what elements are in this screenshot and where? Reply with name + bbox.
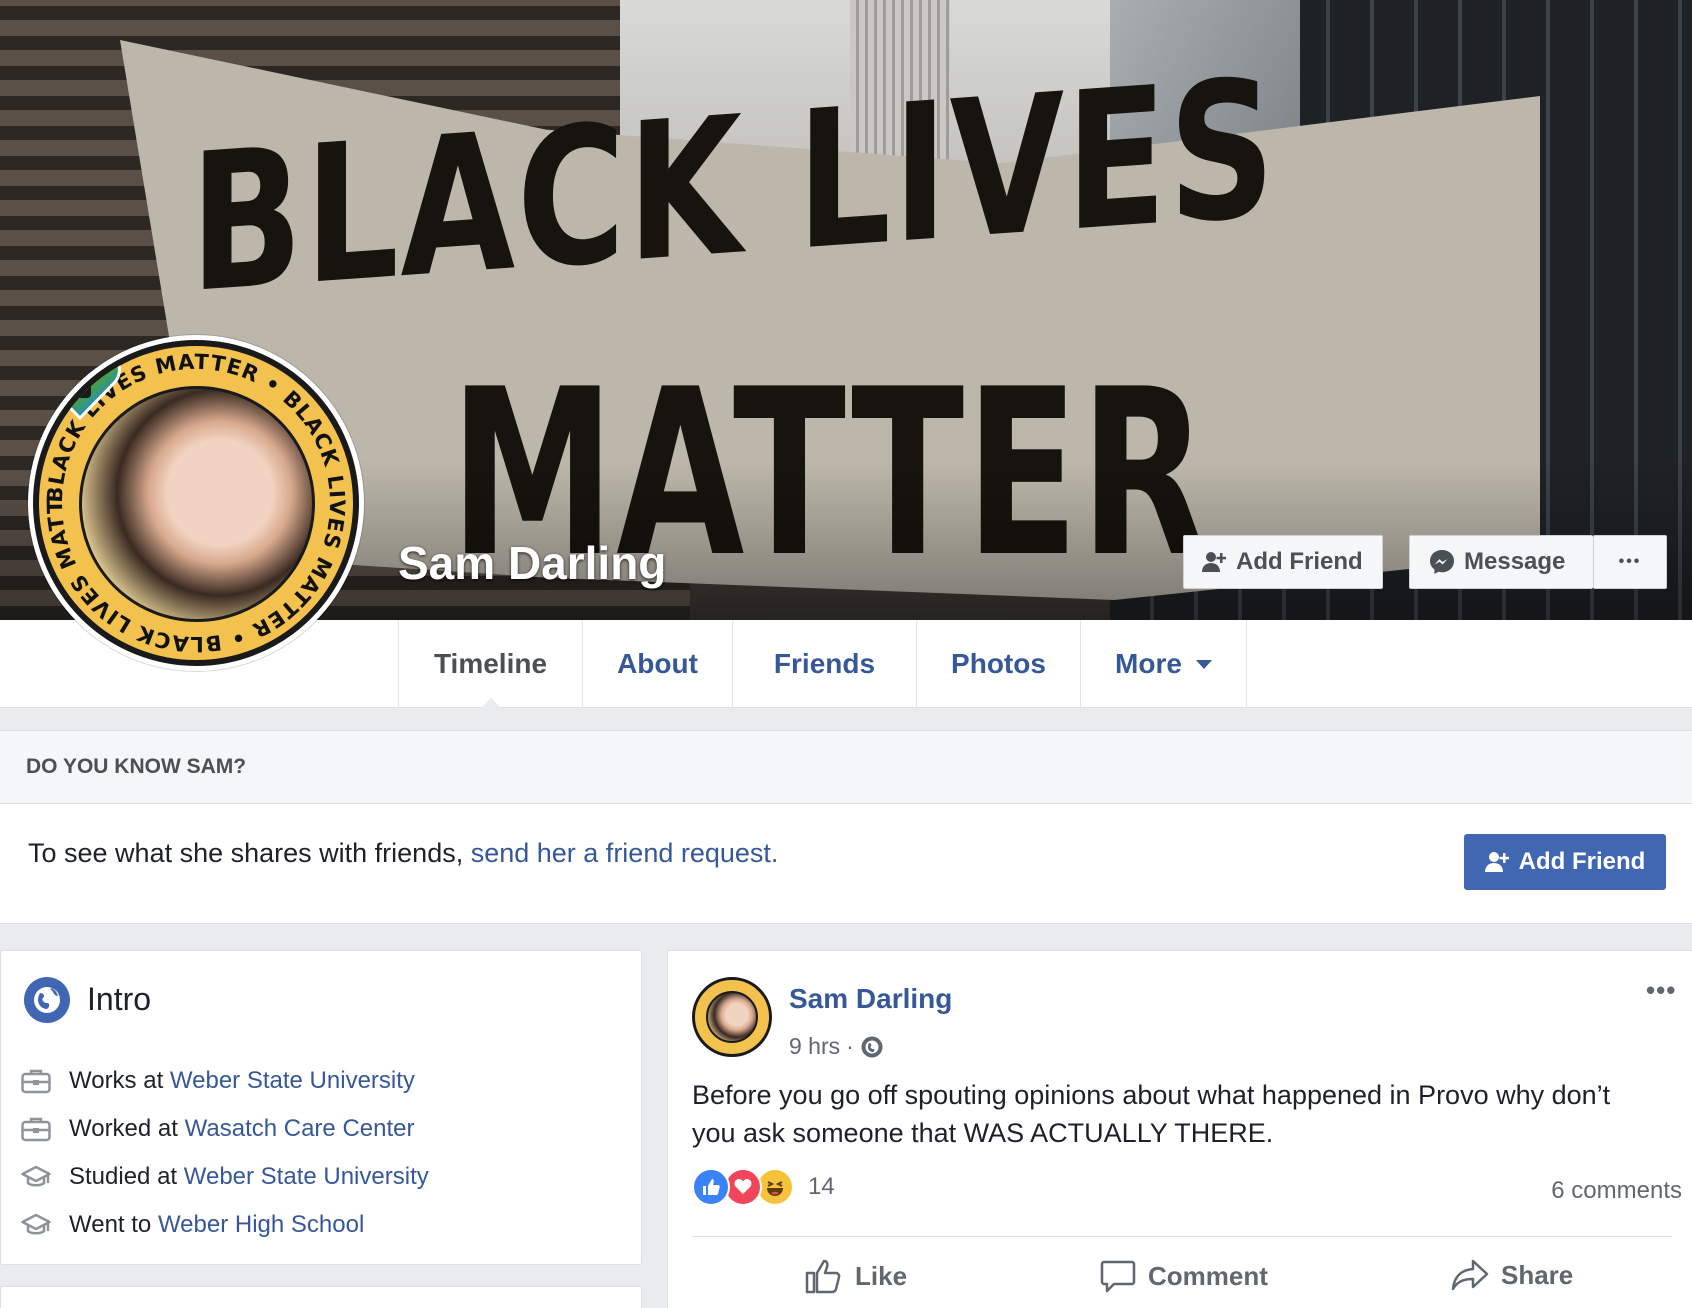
avatar-frame: BLACK LIVES MATTER • BLACK LIVES MATTER …	[33, 340, 359, 666]
intro-card: Intro Works at Weber State University Wo…	[0, 950, 642, 1265]
post-author-name[interactable]: Sam Darling	[789, 983, 952, 1015]
profile-avatar[interactable]: BLACK LIVES MATTER • BLACK LIVES MATTER …	[28, 335, 364, 671]
add-friend-primary-button[interactable]: Add Friend	[1464, 834, 1666, 890]
like-reaction-icon	[692, 1168, 730, 1206]
send-friend-request-link[interactable]: send her a friend request.	[471, 838, 779, 868]
message-button[interactable]: Message	[1409, 535, 1593, 589]
rainbow-heart-fist-icon	[39, 348, 121, 420]
graduation-cap-icon	[21, 1165, 51, 1187]
post-timestamp[interactable]: 9 hrs	[789, 1033, 840, 1060]
messenger-icon	[1430, 550, 1454, 574]
add-friend-button[interactable]: Add Friend	[1183, 535, 1383, 589]
share-icon	[1451, 1259, 1489, 1291]
profile-name[interactable]: Sam Darling	[398, 536, 666, 590]
add-friend-icon	[1202, 552, 1226, 572]
do-you-know-panel: To see what she shares with friends, sen…	[0, 804, 1692, 924]
tab-timeline-label: Timeline	[433, 648, 548, 679]
reactions-summary[interactable]: 14	[692, 1168, 835, 1206]
share-label: Share	[1501, 1259, 1574, 1290]
more-dots-icon: •••	[1618, 553, 1642, 570]
intro-item-prefix: Works at	[69, 1067, 170, 1094]
add-friend-primary-label: Add Friend	[1518, 848, 1646, 875]
like-label: Like	[855, 1260, 908, 1291]
profile-tabs: Timeline About Friends Photos More	[398, 620, 1247, 709]
intro-item-text: Works at Weber State University	[69, 1067, 415, 1095]
comment-count-link[interactable]: 6 comments	[1551, 1177, 1682, 1205]
reaction-count: 14	[808, 1173, 835, 1200]
intro-item-work: Works at Weber State University	[21, 1067, 415, 1095]
tab-friends-label: Friends	[773, 648, 876, 679]
post-divider	[692, 1236, 1672, 1237]
public-globe-icon[interactable]	[860, 1035, 884, 1059]
tab-more[interactable]: More	[1081, 620, 1247, 708]
share-button[interactable]: Share	[1451, 1258, 1573, 1292]
tab-about-label: About	[617, 648, 698, 679]
intro-item-prefix: Worked at	[69, 1115, 185, 1142]
intro-item-prefix: Went to	[69, 1211, 158, 1238]
post-text: Before you go off spouting opinions abou…	[692, 1080, 1611, 1148]
do-you-know-header: DO YOU KNOW SAM?	[0, 730, 1692, 804]
briefcase-icon	[21, 1069, 51, 1094]
thumbs-up-icon	[805, 1259, 841, 1294]
tab-more-label: More	[1115, 648, 1182, 679]
tab-photos[interactable]: Photos	[917, 620, 1081, 708]
tab-photos-label: Photos	[951, 648, 1046, 679]
globe-icon	[24, 977, 70, 1023]
intro-item-link[interactable]: Weber High School	[158, 1211, 364, 1238]
intro-item-prefix: Studied at	[69, 1163, 184, 1190]
intro-item-studied: Studied at Weber State University	[21, 1163, 429, 1191]
like-button[interactable]: Like	[805, 1258, 907, 1294]
intro-item-went-to: Went to Weber High School	[21, 1211, 364, 1239]
add-friend-icon	[1484, 852, 1509, 872]
next-sidebar-card	[0, 1286, 642, 1308]
comment-icon	[1100, 1260, 1136, 1293]
post-meta: 9 hrs ·	[789, 1033, 884, 1060]
post-card: Sam Darling 9 hrs · ••• Before you go of…	[667, 950, 1692, 1308]
intro-item-text: Worked at Wasatch Care Center	[69, 1115, 414, 1143]
post-avatar-portrait	[706, 991, 758, 1043]
tab-timeline[interactable]: Timeline	[399, 620, 583, 709]
intro-item-text: Went to Weber High School	[69, 1211, 364, 1239]
message-label: Message	[1464, 548, 1566, 575]
add-friend-label: Add Friend	[1236, 548, 1363, 575]
chevron-down-icon	[1195, 659, 1212, 669]
graduation-cap-icon	[21, 1213, 51, 1235]
comment-button[interactable]: Comment	[1100, 1258, 1268, 1294]
briefcase-icon	[21, 1117, 51, 1142]
intro-title: Intro	[87, 981, 152, 1017]
intro-item-past-work: Worked at Wasatch Care Center	[21, 1115, 414, 1143]
post-options-button[interactable]: •••	[1646, 975, 1676, 1006]
post-author-avatar[interactable]	[692, 977, 772, 1057]
avatar-portrait	[79, 386, 315, 622]
intro-item-link[interactable]: Wasatch Care Center	[185, 1115, 415, 1142]
do-you-know-text: To see what she shares with friends, sen…	[28, 838, 778, 869]
do-you-know-prompt: To see what she shares with friends,	[28, 838, 471, 868]
tab-about[interactable]: About	[583, 620, 733, 708]
intro-item-link[interactable]: Weber State University	[184, 1163, 429, 1190]
profile-more-button[interactable]: •••	[1593, 535, 1667, 589]
meta-separator: ·	[846, 1033, 854, 1059]
intro-item-link[interactable]: Weber State University	[170, 1067, 415, 1094]
comment-label: Comment	[1148, 1260, 1268, 1291]
intro-item-text: Studied at Weber State University	[69, 1163, 429, 1191]
tab-friends[interactable]: Friends	[733, 620, 917, 708]
